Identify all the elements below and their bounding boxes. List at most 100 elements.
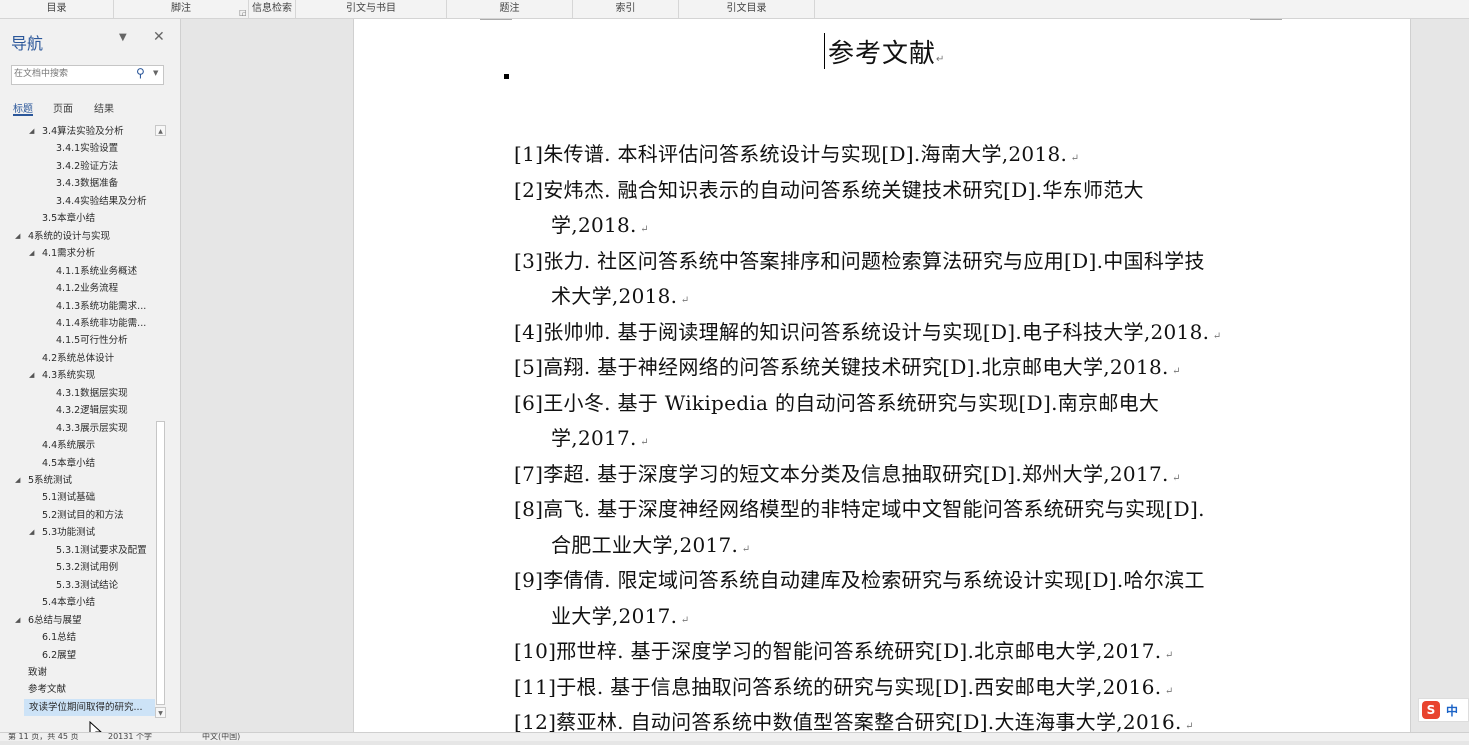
nav-tree-item[interactable]: 4.1.5可行性分析	[56, 332, 128, 349]
nav-tree-item[interactable]: 4.3.1数据层实现	[56, 385, 128, 402]
nav-tree-item[interactable]: 4.1.3系统功能需求...	[56, 298, 146, 315]
nav-tree-item[interactable]: 4.1.2业务流程	[56, 280, 118, 297]
nav-tree-item[interactable]: ◢ 4.1需求分析	[29, 245, 95, 262]
nav-tree-item[interactable]: 5.3.3测试结论	[56, 577, 118, 594]
nav-tree-item[interactable]: 6.2展望	[42, 647, 76, 664]
reference-text: [1]朱传谱. 本科评估问答系统设计与实现[D].海南大学,2018.	[514, 142, 1068, 166]
expand-triangle-icon[interactable]: ◢	[15, 472, 20, 489]
paragraph-mark: ↵	[936, 54, 946, 65]
nav-tree-item[interactable]: 5.1测试基础	[42, 489, 95, 506]
ribbon-group-label: 目录	[46, 3, 67, 14]
nav-tree-item[interactable]: 3.5本章小结	[42, 210, 95, 227]
reference-text: [5]高翔. 基于神经网络的问答系统关键技术研究[D].北京邮电大学,2018.	[514, 355, 1169, 379]
nav-tree-item-label: 3.4算法实验及分析	[42, 126, 124, 137]
nav-tree-item-label: 4.3系统实现	[42, 370, 96, 382]
expand-triangle-icon[interactable]: ◢	[15, 612, 20, 629]
reference-entry[interactable]: [5]高翔. 基于神经网络的问答系统关键技术研究[D].北京邮电大学,2018.…	[514, 350, 1254, 390]
nav-tree-item[interactable]: ◢ 3.4算法实验及分析	[29, 123, 124, 140]
expand-triangle-icon[interactable]: ◢	[29, 367, 34, 384]
chevron-down-icon[interactable]: ▼	[119, 32, 127, 43]
close-icon[interactable]: ✕	[153, 29, 165, 45]
ribbon-group-research: 信息检索	[249, 0, 296, 18]
reference-entry[interactable]: [11]于根. 基于信息抽取问答系统的研究与实现[D].西安邮电大学,2016.…	[514, 670, 1254, 710]
scroll-up-arrow-icon[interactable]: ▲	[155, 125, 166, 136]
tab-results[interactable]: 结果	[94, 100, 114, 115]
nav-search-box[interactable]: ⚲ ▼	[11, 65, 164, 85]
magnifier-icon[interactable]: ⚲	[136, 66, 145, 80]
nav-scrollbar[interactable]: ▲ ▼	[155, 125, 166, 718]
paragraph-mark: ↵	[1161, 650, 1174, 661]
search-options-arrow-icon[interactable]: ▼	[153, 69, 158, 77]
reference-entry[interactable]: [9]李倩倩. 限定域问答系统自动建库及检索研究与系统设计实现[D].哈尔滨工业…	[514, 563, 1254, 638]
nav-tree-item[interactable]: ◢ 5系统测试	[15, 472, 73, 489]
nav-tree-item-label: 6.1总结	[42, 632, 77, 644]
reference-line: [8]高飞. 基于深度神经网络模型的非特定域中文智能问答系统研究与实现[D].	[514, 492, 1254, 528]
nav-tree-item[interactable]: 4.1.1系统业务概述	[56, 263, 137, 280]
reference-text: 业大学,2017.	[551, 603, 678, 628]
nav-tree-item[interactable]: 4.2系统总体设计	[42, 350, 114, 367]
tab-pages[interactable]: 页面	[53, 100, 73, 115]
reference-entry[interactable]: [6]王小冬. 基于 Wikipedia 的自动问答系统研究与实现[D].南京邮…	[514, 386, 1254, 461]
nav-tree-item[interactable]: 3.4.4实验结果及分析	[56, 193, 147, 210]
ime-indicator[interactable]: S 中	[1418, 698, 1469, 722]
scroll-down-arrow-icon[interactable]: ▼	[155, 707, 166, 718]
nav-tree-item[interactable]: 5.2测试目的和方法	[42, 507, 124, 524]
search-input[interactable]	[14, 67, 132, 81]
reference-entry[interactable]: [8]高飞. 基于深度神经网络模型的非特定域中文智能问答系统研究与实现[D]. 合…	[514, 492, 1254, 567]
heading-tree: ◢ 3.4算法实验及分析 3.4.1实验设置 3.4.2验证方法 3.4.3数据准备 3.…	[0, 123, 156, 718]
nav-tree-item[interactable]: 5.3.2测试用例	[56, 559, 118, 576]
nav-tree-item[interactable]: ◢ 4系统的设计与实现	[15, 228, 110, 245]
tab-headings[interactable]: 标题	[13, 100, 33, 116]
nav-tree-item[interactable]: 4.1.4系统非功能需...	[56, 315, 146, 332]
document-page[interactable]: 参考文献↵ [1]朱传谱. 本科评估问答系统设计与实现[D].海南大学,2018…	[353, 19, 1411, 734]
nav-tree-item[interactable]: 4.3.2逻辑层实现	[56, 402, 128, 419]
reference-text: 术大学,2018.	[551, 284, 678, 308]
expand-triangle-icon[interactable]: ◢	[29, 245, 34, 262]
paragraph-mark: ↵	[1168, 472, 1181, 484]
nav-tree-item[interactable]: 4.5本章小结	[42, 455, 95, 472]
reference-text: 合肥工业大学,2017.	[551, 532, 739, 557]
reference-entry[interactable]: [4]张帅帅. 基于阅读理解的知识问答系统设计与实现[D].电子科技大学,201…	[514, 315, 1254, 355]
nav-tree-item[interactable]: ◢ 5.3功能测试	[29, 524, 96, 541]
reference-entry[interactable]: [1]朱传谱. 本科评估问答系统设计与实现[D].海南大学,2018. ↵	[514, 137, 1254, 177]
reference-text: [9]李倩倩. 限定域问答系统自动建库及检索研究与系统设计实现[D].哈尔滨工	[514, 568, 1205, 592]
nav-tree-item[interactable]: 4.4系统展示	[42, 437, 95, 454]
nav-tree-item[interactable]: ◢ 4.3系统实现	[29, 367, 96, 384]
scroll-thumb[interactable]	[156, 421, 165, 705]
nav-tree-item[interactable]: ◢ 6总结与展望	[15, 612, 82, 629]
nav-tree-item[interactable]: 5.4本章小结	[42, 594, 95, 611]
nav-tree-item[interactable]: 3.4.3数据准备	[56, 175, 118, 192]
reference-line: [9]李倩倩. 限定域问答系统自动建库及检索研究与系统设计实现[D].哈尔滨工	[514, 563, 1254, 599]
nav-tree-item-label: 4.3.1数据层实现	[56, 387, 128, 399]
nav-tree-item-label: 5系统测试	[28, 475, 73, 486]
nav-tree-item-label: 5.3功能测试	[42, 527, 96, 539]
nav-tree-item[interactable]: 参考文献	[28, 681, 66, 698]
reference-line: 合肥工业大学,2017. ↵	[514, 528, 1254, 568]
nav-tree-item[interactable]: 6.1总结	[42, 629, 76, 646]
ribbon-group-toc: 目录	[0, 0, 114, 18]
expand-triangle-icon[interactable]: ◢	[29, 123, 34, 140]
nav-tree-item[interactable]: 致谢	[28, 664, 47, 681]
reference-line: [10]邢世梓. 基于深度学习的智能问答系统研究[D].北京邮电大学,2017.…	[514, 634, 1254, 674]
page-heading[interactable]: 参考文献↵	[828, 33, 945, 70]
ribbon-group-index: 索引	[573, 0, 679, 18]
nav-tree-item-label: 6总结与展望	[28, 614, 82, 626]
nav-tree-item-label: 3.4.1实验设置	[56, 143, 119, 155]
nav-tree-item[interactable]: 攻读学位期间取得的研究...	[24, 698, 156, 716]
nav-tree-item[interactable]: 3.4.2验证方法	[56, 158, 118, 175]
reference-entry[interactable]: [2]安炜杰. 融合知识表示的自动问答系统关键技术研究[D].华东师范大 学,20…	[514, 173, 1254, 248]
reference-entry[interactable]: [7]李超. 基于深度学习的短文本分类及信息抽取研究[D].郑州大学,2017.…	[514, 457, 1254, 497]
nav-tree-item[interactable]: 5.3.1测试要求及配置	[56, 542, 147, 559]
document-area[interactable]: 参考文献↵ [1]朱传谱. 本科评估问答系统设计与实现[D].海南大学,2018…	[181, 19, 1469, 734]
nav-tree-item-label: 4.3.2逻辑层实现	[56, 405, 128, 417]
reference-entry[interactable]: [10]邢世梓. 基于深度学习的智能问答系统研究[D].北京邮电大学,2017.…	[514, 634, 1254, 674]
navigation-pane: 导航 ▼ ✕ ⚲ ▼ 标题 页面 结果 ◢ 3.4算法实验及分析 3.4.1实验设置…	[0, 19, 181, 741]
expand-triangle-icon[interactable]: ◢	[15, 228, 20, 245]
nav-pane-title: 导航	[11, 34, 44, 53]
reference-text: [4]张帅帅. 基于阅读理解的知识问答系统设计与实现[D].电子科技大学,201…	[514, 319, 1210, 344]
nav-tree-item[interactable]: 3.4.1实验设置	[56, 140, 118, 157]
crop-mark	[1250, 19, 1282, 20]
expand-triangle-icon[interactable]: ◢	[29, 524, 34, 541]
nav-tree-item[interactable]: 4.3.3展示层实现	[56, 420, 128, 437]
reference-entry[interactable]: [3]张力. 社区问答系统中答案排序和问题检索算法研究与应用[D].中国科学技术…	[514, 244, 1254, 319]
